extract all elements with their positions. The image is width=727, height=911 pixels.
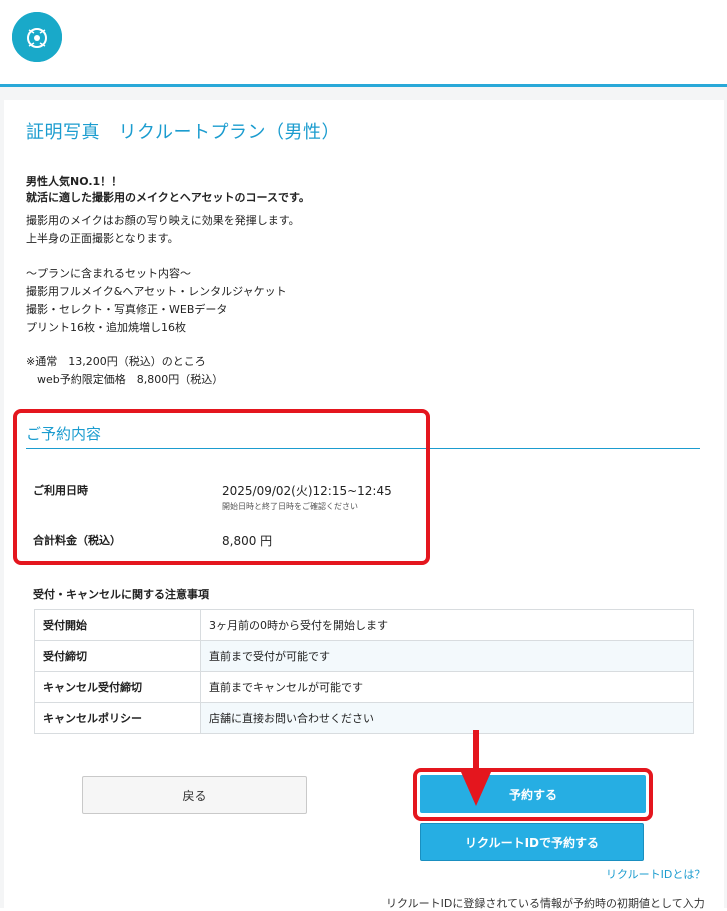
- plan-desc-2: 上半身の正面撮影となります。: [26, 232, 179, 245]
- table-row: 受付締切 直前まで受付が可能です: [34, 640, 694, 672]
- notice-label: 受付開始: [34, 609, 201, 641]
- notice-value: 直前まで受付が可能です: [200, 640, 694, 672]
- notice-value: 3ヶ月前の0時から受付を開始します: [200, 609, 694, 641]
- logo-mark-icon: [12, 12, 62, 62]
- recruit-id-info-link[interactable]: リクルートIDとは？: [606, 866, 705, 882]
- plan-card: 証明写真 リクルートプラン（男性） 男性人気NO.1！！ 就活に適した撮影用のメ…: [4, 100, 724, 910]
- recruit-id-reserve-button[interactable]: リクルートIDで予約する: [420, 823, 644, 861]
- notice-table: 受付開始 3ヶ月前の0時から受付を開始します 受付締切 直前まで受付が可能です …: [34, 609, 694, 734]
- table-row: キャンセル受付締切 直前までキャンセルが可能です: [34, 671, 694, 703]
- notice-label: キャンセル受付締切: [34, 671, 201, 703]
- set-item-2: 撮影・セレクト・写真修正・WEBデータ: [26, 303, 228, 316]
- set-item-3: プリント16枚・追加焼増し16枚: [26, 321, 186, 334]
- notice-label: キャンセルポリシー: [34, 702, 201, 734]
- recruit-id-note: リクルートIDに登録されている情報が予約時の初期値として入力: [386, 897, 705, 910]
- notice-value: 店舗に直接お問い合わせください: [200, 702, 694, 734]
- reserve-highlight-box: [413, 768, 653, 821]
- down-arrow-icon: [461, 730, 491, 806]
- plan-title: 証明写真 リクルートプラン（男性）: [26, 122, 340, 143]
- plan-lead-2: 就活に適した撮影用のメイクとヘアセットのコースです。: [26, 191, 310, 204]
- back-button[interactable]: 戻る: [82, 776, 307, 814]
- set-item-1: 撮影用フルメイク&ヘアセット・レンタルジャケット: [26, 285, 287, 298]
- notice-value: 直前までキャンセルが可能です: [200, 671, 694, 703]
- price-note-2: web予約限定価格 8,800円（税込）: [26, 373, 224, 386]
- site-header: [0, 0, 727, 84]
- price-note-1: ※通常 13,200円（税込）のところ: [26, 355, 206, 368]
- set-heading: ～プランに含まれるセット内容～: [26, 267, 191, 280]
- table-row: キャンセルポリシー 店舗に直接お問い合わせください: [34, 702, 694, 734]
- studio-fun-logo[interactable]: [12, 12, 62, 62]
- notice-title: 受付・キャンセルに関する注意事項: [33, 588, 209, 601]
- page-background: 証明写真 リクルートプラン（男性） 男性人気NO.1！！ 就活に適した撮影用のメ…: [0, 87, 727, 910]
- plan-desc-1: 撮影用のメイクはお顔の写り映えに効果を発揮します。: [26, 214, 300, 227]
- reservation-highlight-box: [13, 409, 430, 565]
- table-row: 受付開始 3ヶ月前の0時から受付を開始します: [34, 609, 694, 641]
- notice-label: 受付締切: [34, 640, 201, 672]
